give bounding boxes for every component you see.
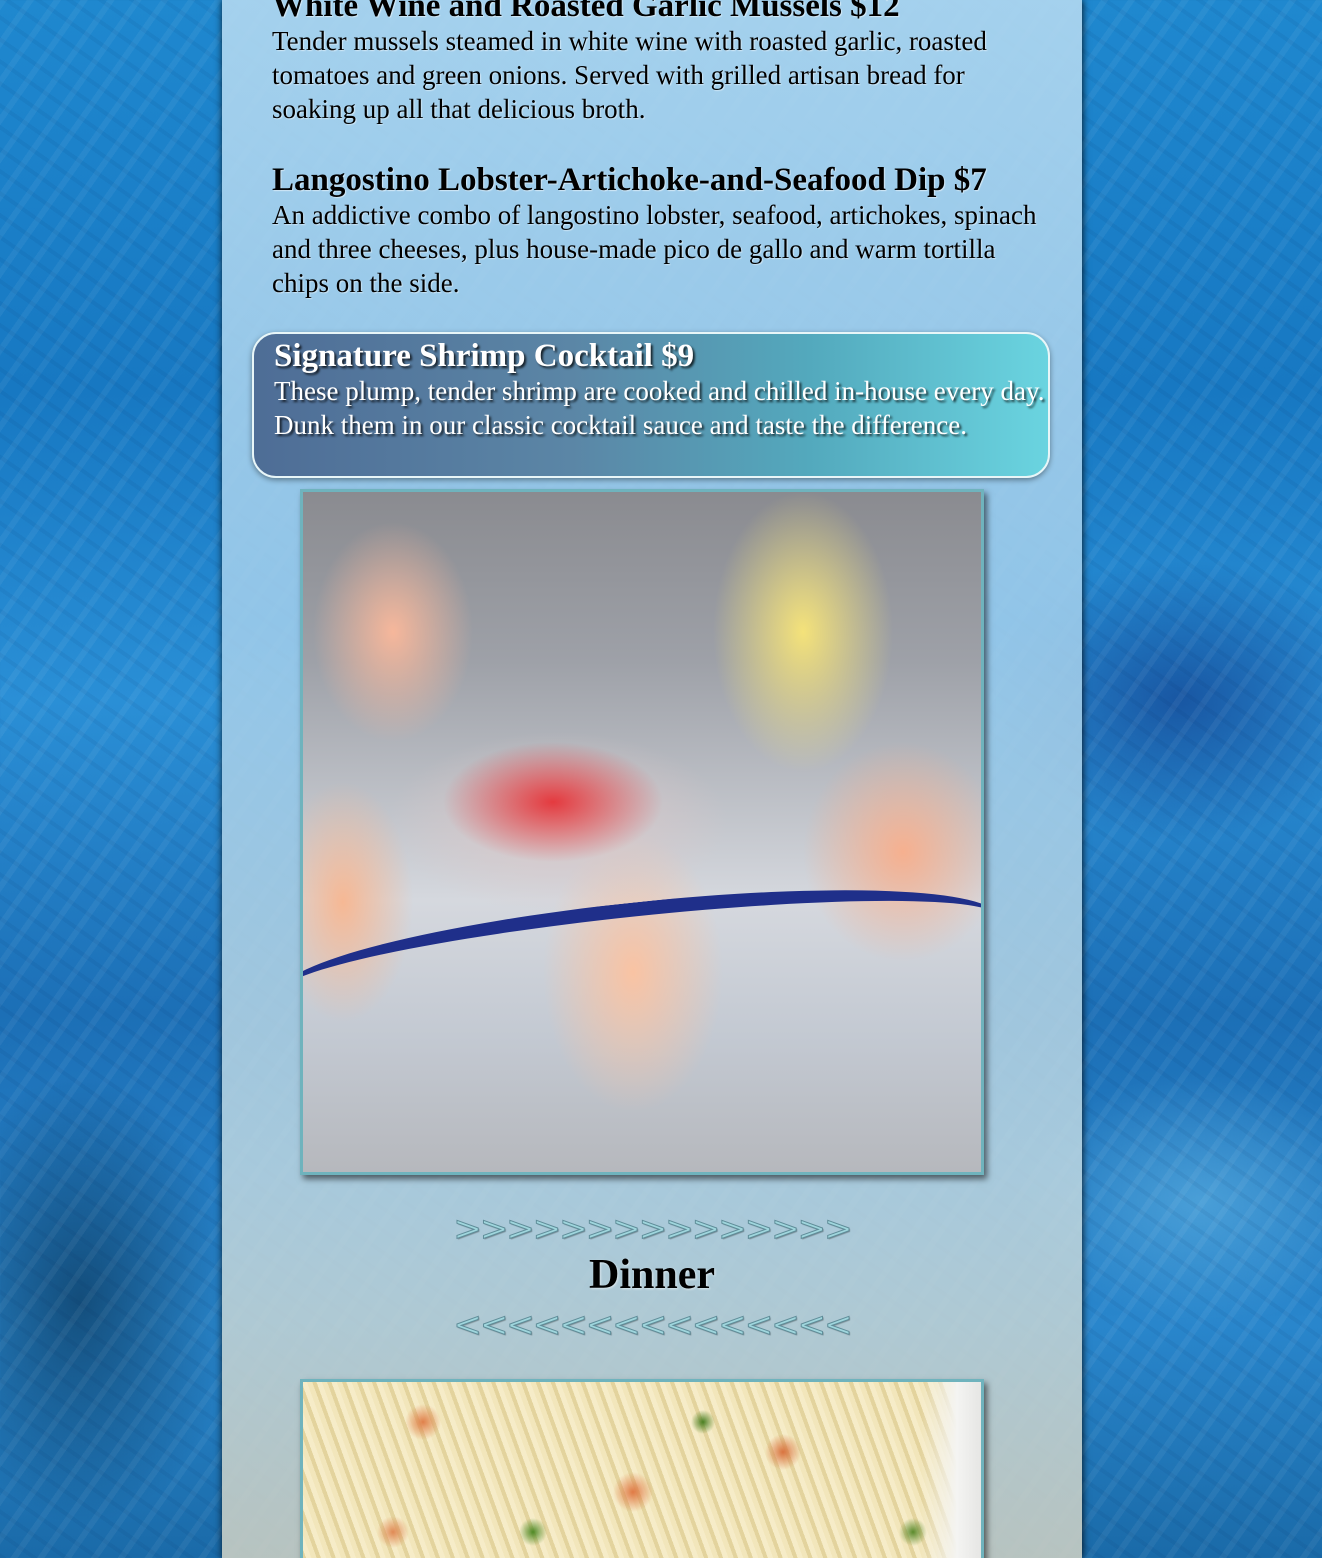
menu-item-lobster-dip: Langostino Lobster-Artichoke-and-Seafood… [272, 162, 1052, 300]
bowl-rim [303, 864, 981, 1114]
featured-item-description: These plump, tender shrimp are cooked an… [274, 376, 1045, 440]
divider-arrows-right: >>>>>>>>>>>>>>> [453, 1209, 853, 1249]
shrimp-cocktail-photo[interactable] [300, 489, 984, 1175]
plate-edge [921, 1382, 981, 1558]
featured-item-title: Signature Shrimp Cocktail $9 [274, 338, 695, 374]
menu-item-description: Tender mussels steamed in white wine wit… [272, 26, 987, 124]
dinner-pasta-photo[interactable] [300, 1379, 984, 1558]
menu-item-title: White Wine and Roasted Garlic Mussels $1… [272, 0, 900, 24]
menu-item-description: An addictive combo of langostino lobster… [272, 200, 1037, 298]
menu-column: White Wine and Roasted Garlic Mussels $1… [222, 0, 1082, 1558]
featured-item-shrimp-cocktail[interactable]: Signature Shrimp Cocktail $9 These plump… [252, 332, 1050, 478]
menu-item-mussels: White Wine and Roasted Garlic Mussels $1… [272, 0, 1052, 126]
divider-arrows-left: <<<<<<<<<<<<<<< [453, 1305, 853, 1345]
menu-item-title: Langostino Lobster-Artichoke-and-Seafood… [272, 162, 987, 198]
section-heading-dinner: Dinner [589, 1252, 715, 1298]
